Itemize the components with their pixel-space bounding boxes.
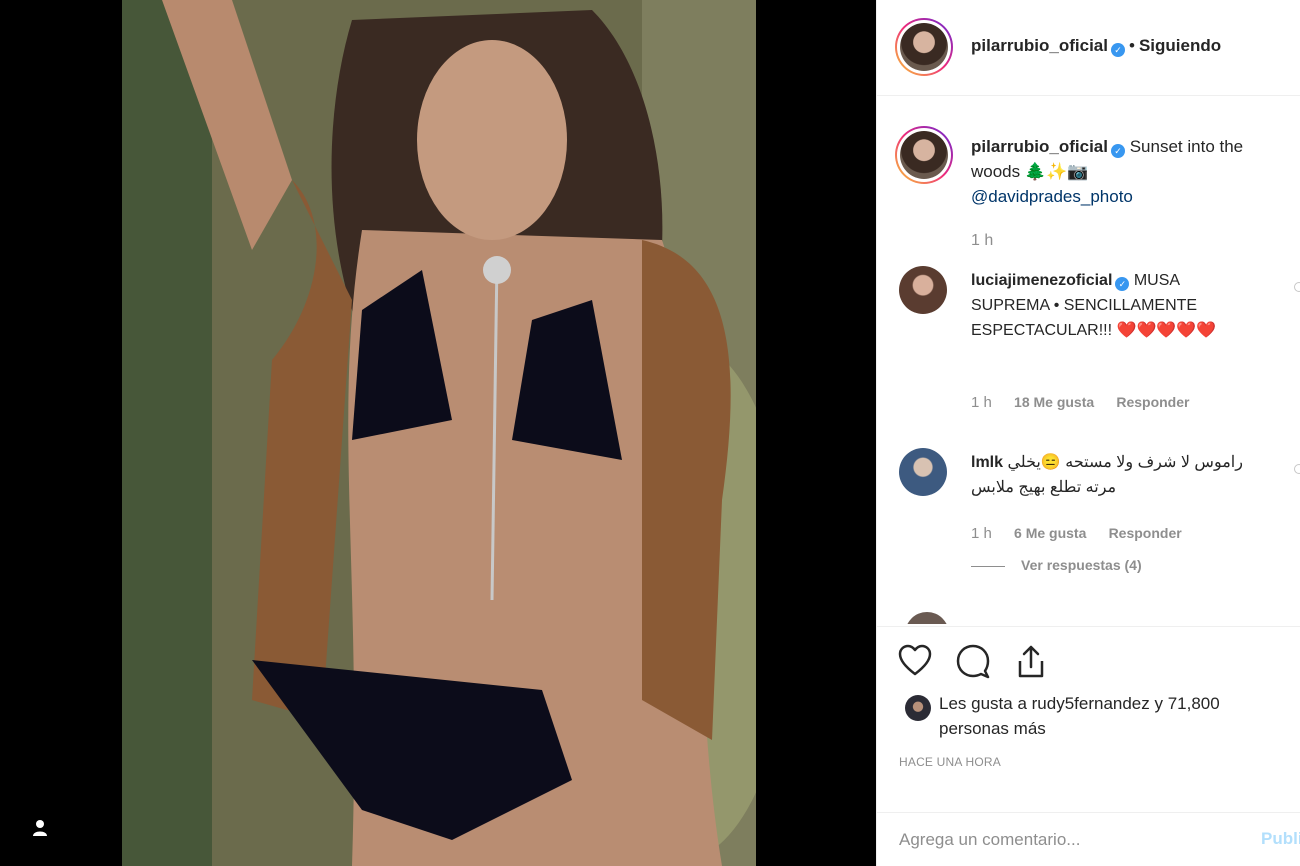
verified-icon: ✓ [1110,43,1125,57]
comment-1-meta: 1 h 18 Me gusta Responder [971,394,1207,411]
header-author: pilarrubio_oficial ✓ • Siguiendo [971,36,1221,57]
post-side-panel: pilarrubio_oficial ✓ • Siguiendo pilarrubio… [876,0,1300,866]
comment-box: Publicar [877,812,1300,866]
comment-like-icon[interactable] [1294,464,1300,474]
comment-time: 1 h [971,394,992,411]
comment-time: 1 h [971,525,992,542]
verified-icon: ✓ [1115,277,1130,291]
heart-icon[interactable] [897,643,933,679]
follow-status-button[interactable]: Siguiendo [1139,36,1221,55]
view-replies-label: Ver respuestas (4) [1021,557,1142,573]
comment-like-icon[interactable] [1294,282,1300,292]
post-header: pilarrubio_oficial ✓ • Siguiendo [877,0,1300,96]
author-avatar[interactable] [895,18,953,76]
comment-text: راموس لا شرف ولا مستحه 😑يخلي مرته تطلع ب… [971,454,1243,496]
comment-1: luciajimenezoficial ✓ MUSA SUPREMA • SENC… [971,268,1251,343]
comment-reply-button[interactable]: Responder [1109,525,1182,541]
replies-divider [971,565,1005,567]
post-timestamp: HACE UNA HORA [899,755,1001,769]
next-comment-avatar [905,612,949,624]
comment-username[interactable]: luciajimenezoficial [971,272,1112,289]
user-tag-icon[interactable] [30,818,50,838]
caption: pilarrubio_oficial ✓ Sunset into the wood… [971,134,1296,209]
photo-illustration [122,0,756,866]
publish-button[interactable]: Publicar [1261,829,1300,849]
likes-summary[interactable]: Les gusta a rudy5fernandez y 71,800 pers… [939,691,1259,741]
caption-time: 1 h [971,232,994,249]
comment-likes-button[interactable]: 6 Me gusta [1014,525,1086,541]
share-icon[interactable] [1013,643,1049,679]
comment-input[interactable] [899,827,1229,853]
author-username[interactable]: pilarrubio_oficial [971,36,1108,55]
comment-likes-button[interactable]: 18 Me gusta [1014,394,1094,410]
photo-area [0,0,876,866]
caption-avatar[interactable] [895,126,953,184]
comment-avatar[interactable] [899,448,947,496]
comment-reply-button[interactable]: Responder [1116,394,1189,410]
post-photo[interactable] [122,0,756,866]
verified-icon: ✓ [1110,144,1125,158]
comment-2: lmlk راموس لا شرف ولا مستحه 😑يخلي مرته ت… [971,450,1251,500]
comment-avatar[interactable] [899,266,947,314]
comment-username[interactable]: lmlk [971,454,1003,471]
liker-avatar[interactable] [905,695,931,721]
separator-dot: • [1128,36,1135,55]
post-actions: Les gusta a rudy5fernandez y 71,800 pers… [877,626,1300,812]
view-replies-button[interactable]: Ver respuestas (4) [971,557,1142,573]
comment-icon[interactable] [955,643,991,679]
comment-2-meta: 1 h 6 Me gusta Responder [971,525,1200,542]
caption-username[interactable]: pilarrubio_oficial [971,137,1108,156]
caption-mention-link[interactable]: @davidprades_photo [971,184,1296,209]
